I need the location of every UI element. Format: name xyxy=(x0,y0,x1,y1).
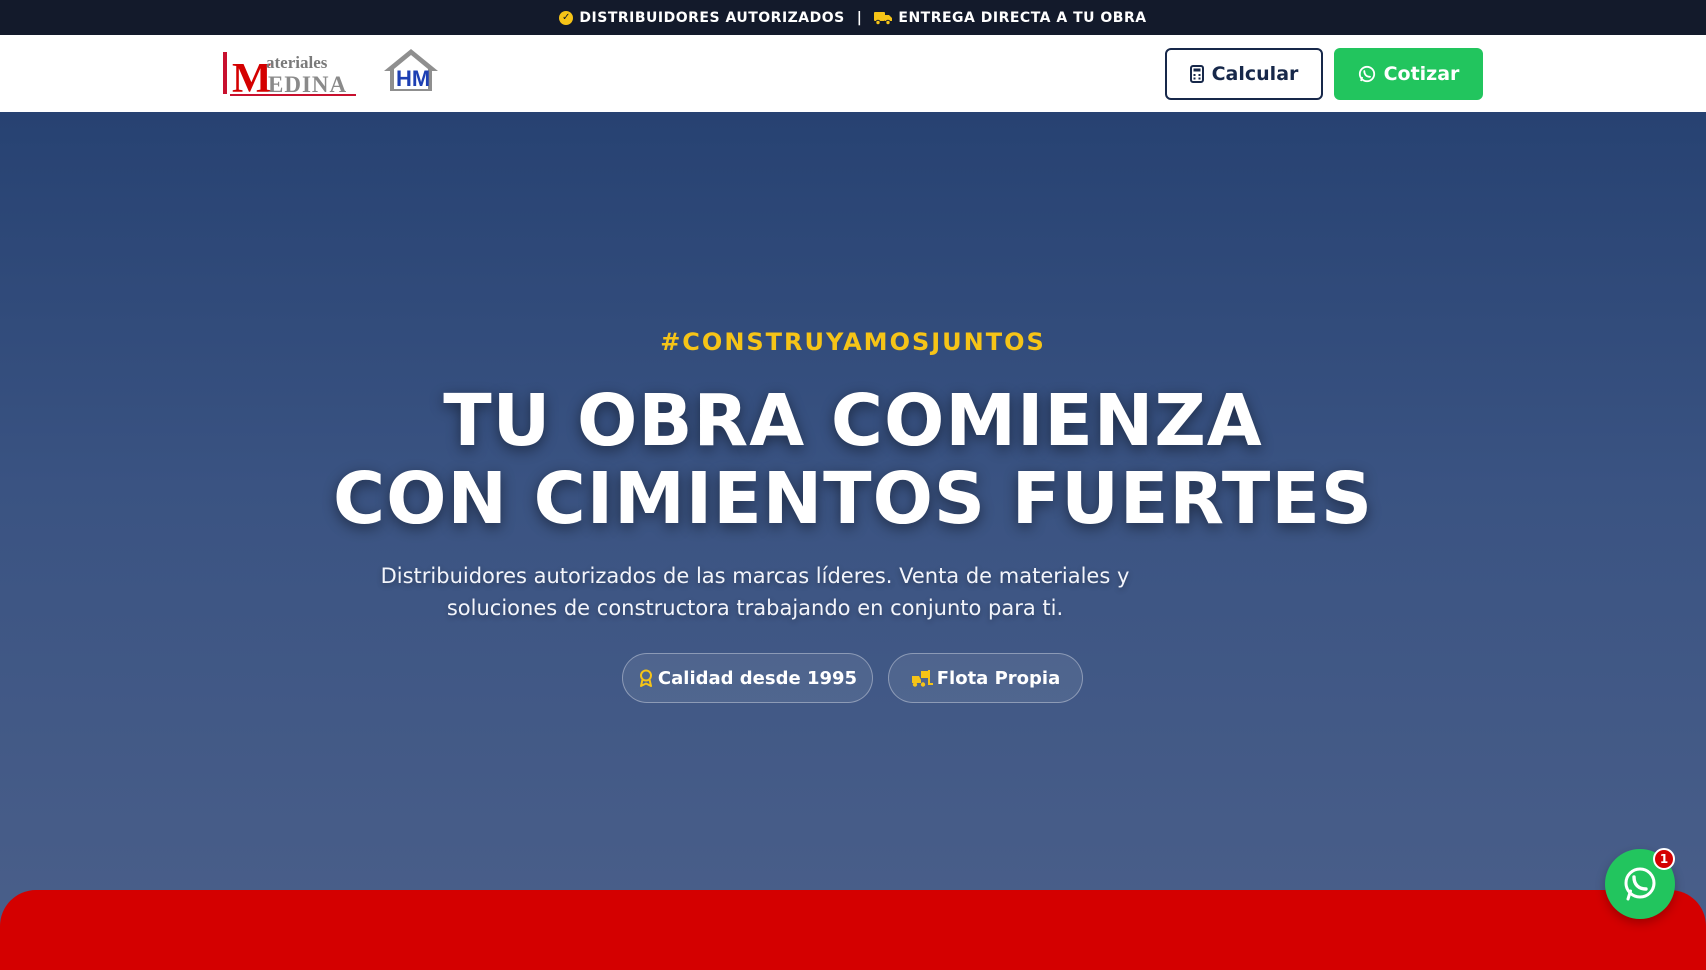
hm-house-logo[interactable]: HM xyxy=(382,47,440,93)
fleet-badge-label: Flota Propia xyxy=(936,667,1061,689)
forklift-icon xyxy=(911,670,933,687)
next-section-band xyxy=(0,890,1706,970)
whatsapp-icon xyxy=(1358,65,1375,83)
truck-icon xyxy=(874,11,893,25)
logo-text-top: ateriales xyxy=(266,53,328,72)
hero-subtitle: Distribuidores autorizados de las marcas… xyxy=(380,564,1130,620)
materiales-medina-logo[interactable]: M ateriales EDINA xyxy=(222,48,358,98)
site-header: M ateriales EDINA HM Calcular Cotizar xyxy=(0,35,1706,112)
hero-headline: TU OBRA COMIENZA CON CIMIENTOS FUERTES xyxy=(0,382,1706,538)
announcement-item-delivery: ENTREGA DIRECTA A TU OBRA xyxy=(874,10,1146,26)
quote-button[interactable]: Cotizar xyxy=(1334,48,1483,100)
logo-text-bottom: EDINA xyxy=(268,72,347,97)
calculate-button[interactable]: Calcular xyxy=(1165,48,1323,100)
hero-headline-line-1: TU OBRA COMIENZA xyxy=(443,379,1263,462)
hero-tagline: #CONSTRUYAMOSJUNTOS xyxy=(660,328,1046,356)
whatsapp-icon xyxy=(1624,867,1656,901)
announcement-bar: ✓ DISTRIBUIDORES AUTORIZADOS | ENTREGA D… xyxy=(0,0,1706,35)
hero-headline-line-2: CON CIMIENTOS FUERTES xyxy=(333,457,1373,540)
announcement-text-delivery: ENTREGA DIRECTA A TU OBRA xyxy=(898,9,1147,26)
calculate-button-label: Calcular xyxy=(1211,63,1299,85)
whatsapp-notification-badge: 1 xyxy=(1653,848,1675,870)
quality-badge-label: Calidad desde 1995 xyxy=(657,667,858,689)
hero-section: #CONSTRUYAMOSJUNTOS TU OBRA COMIENZA CON… xyxy=(0,112,1706,944)
award-icon xyxy=(639,669,652,687)
check-circle-icon: ✓ xyxy=(559,10,574,25)
announcement-separator: | xyxy=(856,9,863,26)
quality-badge: Calidad desde 1995 xyxy=(622,653,873,703)
calculator-icon xyxy=(1189,65,1204,83)
quote-button-label: Cotizar xyxy=(1383,63,1460,85)
fleet-badge: Flota Propia xyxy=(888,653,1083,703)
house-logo-text: HM xyxy=(396,66,430,91)
announcement-item-distributors: ✓ DISTRIBUIDORES AUTORIZADOS xyxy=(559,10,844,26)
announcement-text-distributors: DISTRIBUIDORES AUTORIZADOS xyxy=(579,9,845,26)
